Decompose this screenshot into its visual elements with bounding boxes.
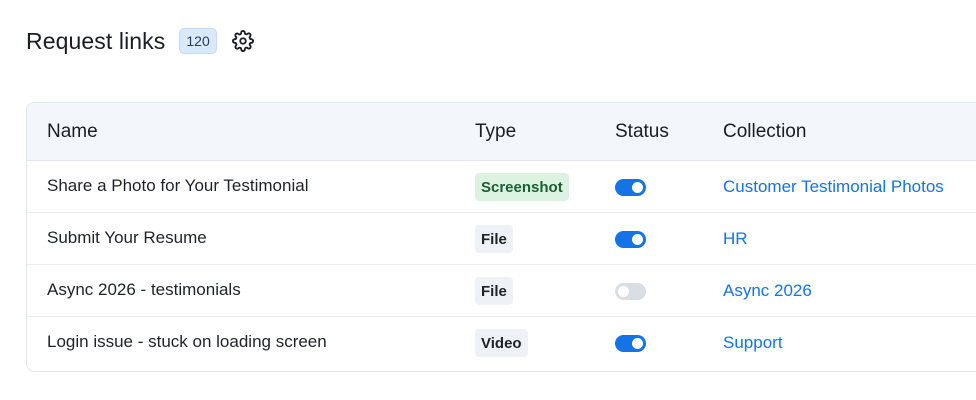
- request-links-table: Name Type Status Collection Share a Phot…: [26, 102, 976, 372]
- settings-button[interactable]: [231, 29, 255, 53]
- type-tag: Screenshot: [475, 173, 569, 201]
- toggle-knob: [632, 337, 643, 349]
- status-cell: [615, 265, 646, 317]
- table-row[interactable]: Async 2026 - testimonials File Async 202…: [27, 265, 976, 317]
- type-cell: Video: [475, 317, 528, 369]
- type-cell: File: [475, 265, 513, 317]
- gear-icon: [231, 30, 254, 52]
- table-header-row: Name Type Status Collection: [27, 103, 976, 161]
- type-cell: Screenshot: [475, 161, 569, 213]
- name-cell: Submit Your Resume: [47, 213, 207, 265]
- collection-cell: Customer Testimonial Photos: [723, 161, 944, 213]
- status-cell: [615, 317, 646, 369]
- status-toggle[interactable]: [615, 230, 646, 248]
- table-row[interactable]: Login issue - stuck on loading screen Vi…: [27, 317, 976, 369]
- type-tag: File: [475, 225, 513, 253]
- type-cell: File: [475, 213, 513, 265]
- request-links-page: Request links 120 Name Type Status Colle…: [0, 0, 976, 400]
- collection-cell: HR: [723, 213, 748, 265]
- request-link-name[interactable]: Login issue - stuck on loading screen: [47, 332, 327, 352]
- request-link-name[interactable]: Share a Photo for Your Testimonial: [47, 176, 308, 196]
- page-header: Request links 120: [26, 24, 255, 58]
- status-toggle[interactable]: [615, 282, 646, 300]
- table-row[interactable]: Submit Your Resume File HR: [27, 213, 976, 265]
- count-badge: 120: [179, 28, 217, 54]
- toggle-knob: [618, 285, 629, 297]
- type-tag: Video: [475, 329, 528, 357]
- toggle-knob: [632, 181, 643, 193]
- column-header-status[interactable]: Status: [615, 103, 669, 161]
- table-row[interactable]: Share a Photo for Your Testimonial Scree…: [27, 161, 976, 213]
- name-cell: Share a Photo for Your Testimonial: [47, 161, 308, 213]
- collection-cell: Support: [723, 317, 783, 369]
- request-link-name[interactable]: Submit Your Resume: [47, 228, 207, 248]
- status-toggle[interactable]: [615, 334, 646, 352]
- column-header-name[interactable]: Name: [47, 103, 98, 161]
- name-cell: Login issue - stuck on loading screen: [47, 317, 327, 369]
- column-header-type[interactable]: Type: [475, 103, 516, 161]
- page-title: Request links: [26, 27, 166, 54]
- collection-cell: Async 2026: [723, 265, 812, 317]
- toggle-knob: [632, 233, 643, 245]
- collection-link[interactable]: Customer Testimonial Photos: [723, 177, 944, 197]
- collection-link[interactable]: HR: [723, 229, 748, 249]
- status-toggle[interactable]: [615, 178, 646, 196]
- type-tag: File: [475, 277, 513, 305]
- collection-link[interactable]: Support: [723, 333, 783, 353]
- collection-link[interactable]: Async 2026: [723, 281, 812, 301]
- name-cell: Async 2026 - testimonials: [47, 265, 241, 317]
- status-cell: [615, 161, 646, 213]
- status-cell: [615, 213, 646, 265]
- column-header-collection[interactable]: Collection: [723, 103, 806, 161]
- request-link-name[interactable]: Async 2026 - testimonials: [47, 280, 241, 300]
